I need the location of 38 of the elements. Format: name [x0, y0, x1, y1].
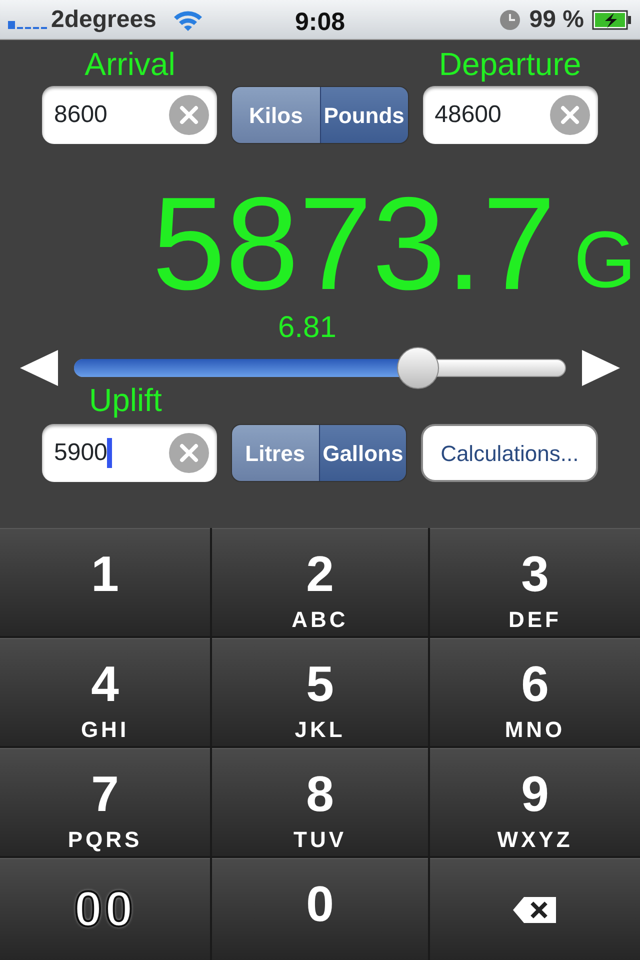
departure-field[interactable]: 48600 [422, 86, 598, 144]
signal-icon [8, 20, 47, 28]
close-icon [178, 443, 199, 463]
field-label: Departure [438, 46, 582, 82]
close-icon [560, 105, 580, 125]
right-arrow-icon [582, 348, 622, 388]
keypad-key[interactable]: 8 TUV [212, 748, 428, 856]
unit-segment[interactable]: Gallons [318, 425, 406, 481]
keypad-key[interactable]: 00 [0, 858, 210, 960]
left-arrow-icon [18, 348, 58, 388]
slider-thumb[interactable] [397, 347, 440, 389]
unit-segment[interactable]: Pounds [320, 87, 408, 143]
keypad-key[interactable]: 4 GHI [0, 638, 210, 746]
arrival-field[interactable]: 8600 [42, 86, 218, 144]
keypad-key[interactable]: 2 ABC [212, 528, 428, 636]
keypad-key[interactable]: 5 JKL [212, 638, 428, 746]
result-value: 5873.7 [152, 178, 556, 310]
status-time: 9:08 [294, 7, 346, 38]
field-label: Arrival [84, 46, 176, 82]
close-icon [179, 105, 200, 125]
clock-icon [499, 8, 522, 30]
next-button[interactable] [582, 348, 622, 388]
field-label: Uplift [89, 382, 163, 418]
keypad-key[interactable]: 1 [0, 528, 210, 636]
battery-percent: 99 % [529, 4, 584, 34]
carrier-name: 2degrees [51, 4, 156, 34]
uplift-field[interactable]: 5900 [42, 424, 217, 482]
keypad-key[interactable]: 9 WXYZ [430, 748, 640, 856]
result-unit: G [574, 220, 636, 300]
keypad-key[interactable]: 7 PQRS [0, 748, 210, 856]
backspace-icon [512, 896, 558, 924]
keypad-key[interactable]: 3 DEF [430, 528, 640, 636]
keypad-key[interactable]: 0 [212, 858, 428, 960]
previous-button[interactable] [18, 348, 58, 388]
keypad-key[interactable]: 6 MNO [430, 638, 640, 746]
ratio-reading: 6.81 [278, 310, 338, 346]
calculations-button[interactable]: Calculations... [421, 424, 598, 482]
backspace-key[interactable] [430, 858, 640, 960]
